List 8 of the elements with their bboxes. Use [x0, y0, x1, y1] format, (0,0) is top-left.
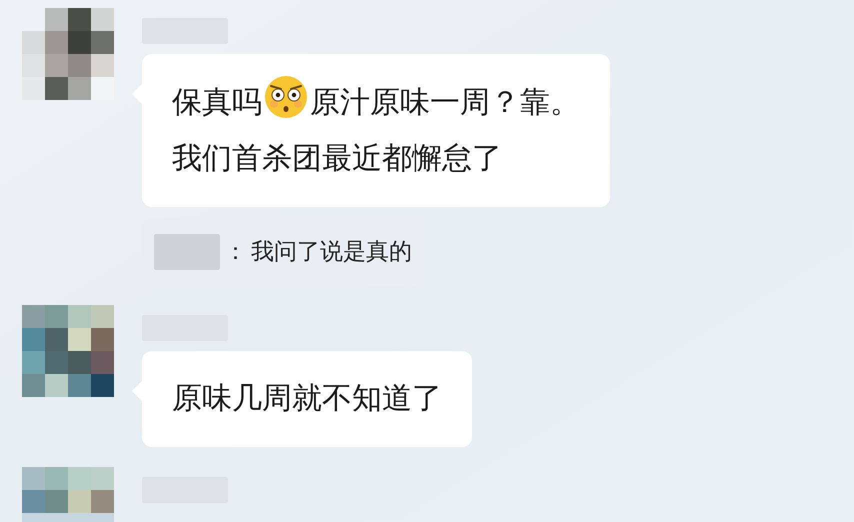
- blurred-name: [154, 234, 220, 270]
- message-text: 保真吗: [172, 85, 262, 120]
- message-text: 我们首杀团最近都懈怠了: [172, 141, 502, 176]
- message-text: 原味几周就不知道了: [172, 381, 442, 416]
- flushed-face-icon: [263, 74, 309, 120]
- quote-separator: ：: [224, 238, 247, 267]
- quote-text: 我问了说是真的: [251, 238, 412, 267]
- message-text: 原汁原味一周？靠。: [310, 85, 580, 120]
